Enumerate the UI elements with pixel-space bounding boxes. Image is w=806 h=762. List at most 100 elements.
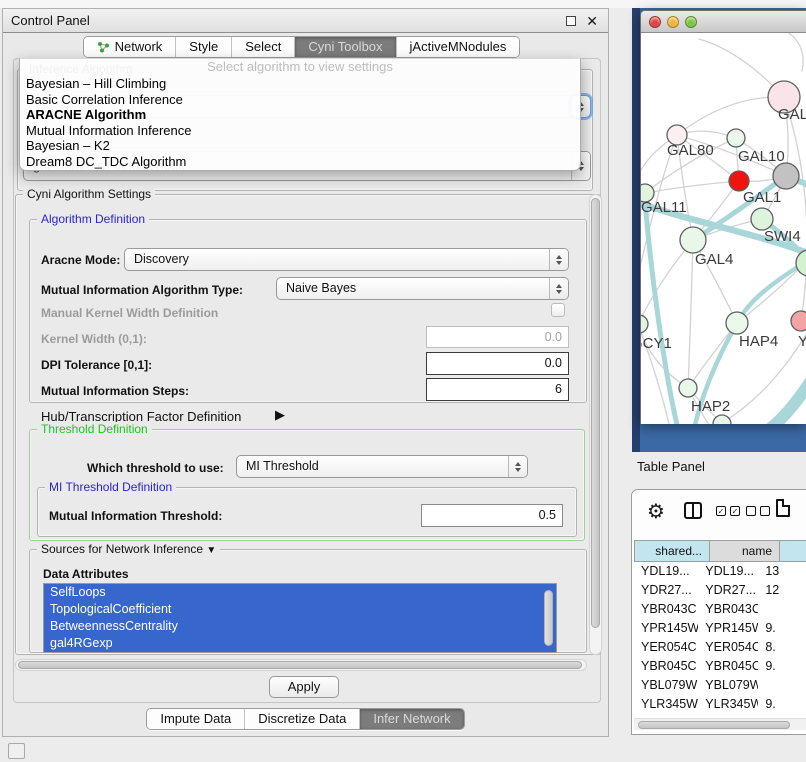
network-edge[interactable] bbox=[645, 201, 677, 424]
table-cell bbox=[758, 600, 806, 619]
algorithm-option-mutual-information-inference[interactable]: Mutual Information Inference bbox=[20, 123, 580, 139]
network-node[interactable] bbox=[729, 171, 749, 191]
close-traffic-light-icon[interactable] bbox=[649, 16, 661, 28]
table-cell: YBR043C bbox=[698, 600, 758, 619]
table-row[interactable]: YDR27...YDR27...12 bbox=[634, 581, 806, 600]
network-node[interactable] bbox=[726, 312, 748, 334]
table-cell bbox=[758, 676, 806, 695]
network-edge[interactable] bbox=[677, 97, 784, 135]
screenshot-root: { "control_panel": { "title": "Control P… bbox=[0, 0, 806, 762]
gear-icon[interactable]: ⚙ bbox=[647, 499, 665, 524]
table-cell: YBL079W bbox=[634, 676, 698, 695]
combo-stepper-icon[interactable] bbox=[508, 456, 527, 477]
aracne-mode-combo[interactable]: Discovery bbox=[124, 248, 569, 271]
manual-kernel-checkbox[interactable] bbox=[551, 303, 565, 317]
table-cell: YBR045C bbox=[634, 657, 698, 676]
zoom-traffic-light-icon[interactable] bbox=[685, 16, 697, 28]
mi-steps-field[interactable]: 6 bbox=[426, 378, 569, 401]
mi-type-label: Mutual Information Algorithm Type: bbox=[41, 283, 243, 297]
network-edge[interactable] bbox=[789, 33, 803, 71]
attribute-item-topologicalcoefficient[interactable]: TopologicalCoefficient bbox=[44, 601, 556, 618]
which-threshold-value: MI Threshold bbox=[246, 456, 319, 477]
dpi-tolerance-field[interactable]: 0.0 bbox=[426, 352, 569, 375]
settings-vertical-scrollbar[interactable] bbox=[589, 194, 602, 655]
algorithm-option-aracne-algorithm[interactable]: ARACNE Algorithm bbox=[20, 107, 580, 123]
network-node[interactable] bbox=[679, 379, 697, 397]
tab-impute-data[interactable]: Impute Data bbox=[147, 709, 244, 729]
table-cell: YDL19... bbox=[634, 562, 698, 581]
close-icon[interactable]: ✕ bbox=[586, 9, 598, 33]
network-node[interactable] bbox=[796, 250, 806, 276]
table-horizontal-scrollbar[interactable] bbox=[634, 718, 806, 730]
column-header-a[interactable]: A bbox=[780, 540, 806, 562]
apply-button[interactable]: Apply bbox=[269, 676, 339, 698]
table-row[interactable]: YBR045CYBR045C9. bbox=[634, 657, 806, 676]
combo-stepper-icon[interactable] bbox=[549, 278, 568, 299]
column-header-shared-[interactable]: shared... bbox=[635, 540, 710, 562]
which-threshold-combo[interactable]: MI Threshold bbox=[236, 455, 528, 478]
network-edge[interactable] bbox=[767, 365, 806, 424]
select-all-icon[interactable]: ✓✓ bbox=[716, 506, 740, 516]
mi-type-value: Naive Bayes bbox=[286, 278, 356, 299]
minimized-panel-icon[interactable] bbox=[8, 743, 25, 759]
table-row[interactable]: YBR043CYBR043C bbox=[634, 600, 806, 619]
network-graph[interactable]: GALGAL80GAL10GAL1GAL11SWI4GAL4GCY1HAP4YH… bbox=[641, 33, 806, 424]
table-cell: 13 bbox=[758, 562, 806, 581]
minimize-traffic-light-icon[interactable] bbox=[667, 16, 679, 28]
table-row[interactable]: YPR145WYPR145W9. bbox=[634, 619, 806, 638]
tab-style[interactable]: Style bbox=[176, 37, 231, 57]
settings-horizontal-scrollbar[interactable] bbox=[15, 659, 587, 671]
attribute-item-betweennesscentrality[interactable]: BetweennessCentrality bbox=[44, 618, 556, 635]
network-node[interactable] bbox=[791, 311, 806, 331]
algorithm-option-bayesian-hill-climbing[interactable]: Bayesian – Hill Climbing bbox=[20, 76, 580, 92]
data-attributes-list[interactable]: SelfLoopsTopologicalCoefficientBetweenne… bbox=[43, 583, 557, 653]
table-row[interactable]: YLR345WYLR345W9. bbox=[634, 695, 806, 714]
tab-cyni-toolbox[interactable]: Cyni Toolbox bbox=[295, 37, 395, 57]
network-edge[interactable] bbox=[688, 240, 693, 388]
column-header-name[interactable]: name bbox=[710, 540, 780, 562]
node-label-gcy1: GCY1 bbox=[641, 335, 672, 352]
algorithm-option-basic-correlation-inference[interactable]: Basic Correlation Inference bbox=[20, 92, 580, 108]
tab-network[interactable]: Network bbox=[84, 37, 176, 57]
combo-stepper-icon[interactable] bbox=[549, 249, 568, 270]
columns-icon[interactable] bbox=[684, 502, 702, 519]
network-node[interactable] bbox=[680, 227, 706, 253]
sources-collapse-arrow-icon[interactable]: ▼ bbox=[206, 545, 216, 556]
table-row[interactable]: YER054CYER054C8. bbox=[634, 638, 806, 657]
table-cell: YLR345W bbox=[698, 695, 758, 714]
hub-expand-arrow-icon[interactable]: ▶ bbox=[275, 407, 285, 423]
network-node[interactable] bbox=[641, 315, 648, 333]
attribute-item-selfloops[interactable]: SelfLoops bbox=[44, 584, 556, 601]
table-cell: YER054C bbox=[698, 638, 758, 657]
network-node[interactable] bbox=[751, 208, 773, 230]
data-attributes-label: Data Attributes bbox=[43, 567, 129, 581]
table-row[interactable]: YBL079WYBL079W bbox=[634, 676, 806, 695]
control-panel-titlebar[interactable]: Control Panel ✕ bbox=[3, 9, 608, 33]
cyni-settings-title: Cyni Algorithm Settings bbox=[23, 187, 155, 201]
algorithm-option-dream8-dc-tdc-algorithm[interactable]: Dream8 DC_TDC Algorithm bbox=[20, 154, 580, 170]
mi-threshold-field[interactable]: 0.5 bbox=[421, 504, 563, 527]
network-window-titlebar[interactable] bbox=[641, 11, 806, 33]
attribute-item-gal4rgexp[interactable]: gal4RGexp bbox=[44, 635, 556, 652]
tab-select[interactable]: Select bbox=[232, 37, 294, 57]
table-row[interactable]: YDL19...YDL19...13 bbox=[634, 562, 806, 581]
document-icon[interactable] bbox=[776, 499, 790, 517]
node-label-gal4: GAL4 bbox=[695, 251, 733, 268]
mi-type-combo[interactable]: Naive Bayes bbox=[276, 277, 569, 300]
kernel-width-field[interactable]: 0.0 bbox=[426, 326, 569, 348]
tab-discretize-data[interactable]: Discretize Data bbox=[245, 709, 359, 729]
table-scrollbar-thumb[interactable] bbox=[638, 721, 790, 729]
network-canvas[interactable]: GALGAL80GAL10GAL1GAL11SWI4GAL4GCY1HAP4YH… bbox=[641, 33, 806, 424]
tab-label: jActiveMNodules bbox=[410, 37, 507, 57]
control-panel-title: Control Panel bbox=[11, 13, 90, 28]
horizontal-scrollbar-thumb[interactable] bbox=[18, 661, 582, 669]
float-window-icon[interactable] bbox=[566, 16, 576, 26]
network-node[interactable] bbox=[773, 163, 799, 189]
vertical-scrollbar-thumb[interactable] bbox=[591, 198, 600, 628]
network-node[interactable] bbox=[727, 129, 745, 147]
deselect-all-icon[interactable] bbox=[746, 506, 770, 516]
algorithm-option-bayesian-k2[interactable]: Bayesian – K2 bbox=[20, 138, 580, 154]
list-scrollbar-thumb[interactable] bbox=[544, 590, 553, 646]
tab-jactivemnodules[interactable]: jActiveMNodules bbox=[397, 37, 520, 57]
tab-infer-network[interactable]: Infer Network bbox=[360, 709, 463, 729]
